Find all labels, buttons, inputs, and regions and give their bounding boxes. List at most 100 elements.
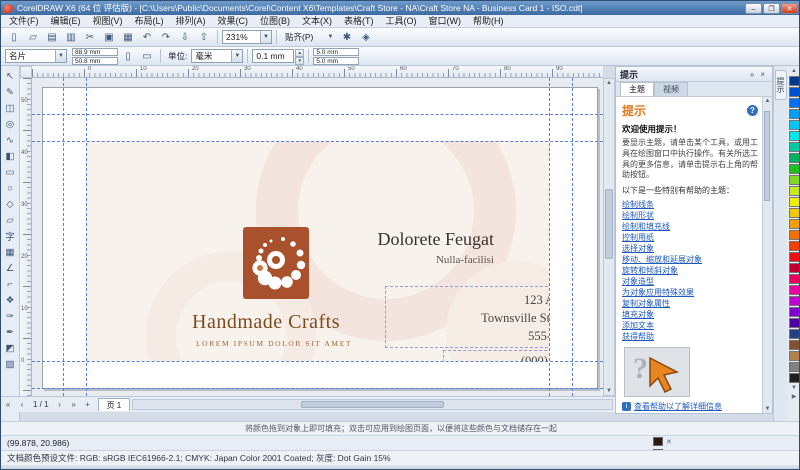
menu-item[interactable]: 编辑(E) — [45, 15, 87, 27]
tool-rectangle[interactable]: ▭ — [2, 164, 19, 180]
horizontal-scroll-thumb[interactable] — [301, 401, 445, 408]
tool-smart-fill[interactable]: ◧ — [2, 148, 19, 164]
tool-table[interactable]: ▦ — [2, 244, 19, 260]
card-person-name[interactable]: Dolorete Feugat — [378, 229, 494, 250]
vertical-scroll-thumb[interactable] — [605, 189, 613, 259]
spinner-down-icon[interactable]: ▼ — [295, 57, 304, 65]
page-width-field[interactable]: 88.9 mm — [72, 48, 118, 56]
chevron-down-icon[interactable]: ▼ — [325, 31, 336, 43]
duplicate-x-field[interactable]: 5.0 mm — [313, 48, 359, 56]
import-button[interactable]: ⇩ — [176, 29, 194, 45]
palette-flyout-icon[interactable]: ▶ — [792, 393, 797, 402]
hints-scroll-thumb[interactable] — [764, 111, 770, 201]
tool-interactive-fill[interactable]: ▨ — [2, 356, 19, 372]
color-swatch[interactable] — [789, 186, 800, 196]
tool-outline-pen[interactable]: ✒ — [2, 324, 19, 340]
hint-topic-link[interactable]: 移动、缩放和延展对象 — [622, 254, 758, 265]
application-launcher-button[interactable]: ◈ — [357, 29, 375, 45]
hint-topic-link[interactable]: 选择对象 — [622, 243, 758, 254]
vertical-scrollbar[interactable]: ▲ ▼ — [603, 78, 615, 396]
color-swatch[interactable] — [789, 153, 800, 163]
landscape-button[interactable]: ▭ — [138, 48, 156, 64]
scroll-down-icon[interactable]: ▼ — [763, 406, 772, 412]
docker-close-icon[interactable]: × — [757, 70, 768, 79]
open-button[interactable]: ▱ — [24, 29, 42, 45]
docker-tab-hints[interactable]: 提示 — [775, 70, 787, 100]
tool-zoom[interactable]: ◎ — [2, 116, 19, 132]
tool-basic-shapes[interactable]: ▱ — [2, 212, 19, 228]
color-swatch[interactable] — [789, 340, 800, 350]
page-tab[interactable]: 页 1 — [98, 398, 131, 411]
menu-item[interactable]: 文件(F) — [3, 15, 45, 27]
color-swatch[interactable] — [789, 296, 800, 306]
color-swatch[interactable] — [789, 219, 800, 229]
color-swatch[interactable] — [789, 230, 800, 240]
print-button[interactable]: ▥ — [62, 29, 80, 45]
units-combo[interactable]: 毫米 ▼ — [191, 49, 243, 63]
next-page-button[interactable]: › — [53, 400, 67, 409]
redo-button[interactable]: ↷ — [157, 29, 175, 45]
color-swatch[interactable] — [789, 285, 800, 295]
color-swatch[interactable] — [789, 241, 800, 251]
tool-crop[interactable]: ◫ — [2, 100, 19, 116]
card-phone-block[interactable]: (000) 555-0000(000) 555-0000 — [443, 350, 549, 361]
add-page-button[interactable]: + — [81, 400, 95, 409]
color-swatch[interactable] — [789, 307, 800, 317]
tool-dimension[interactable]: ∠ — [2, 260, 19, 276]
color-swatch[interactable] — [789, 175, 800, 185]
hint-topic-link[interactable]: 控制用纸 — [622, 232, 758, 243]
color-swatch[interactable] — [789, 87, 800, 97]
palette-scroll-down-icon[interactable]: ▼ — [791, 384, 797, 393]
hint-topic-link[interactable]: 绘制和填充线 — [622, 221, 758, 232]
nudge-distance-field[interactable]: 0.1 mm — [252, 49, 294, 63]
spinner-up-icon[interactable]: ▲ — [295, 49, 304, 57]
undo-button[interactable]: ↶ — [138, 29, 156, 45]
tool-pick[interactable]: ↖ — [2, 68, 19, 84]
paper-preset-combo[interactable]: 名片 ▼ — [5, 49, 67, 63]
color-swatch[interactable] — [789, 131, 800, 141]
color-swatch[interactable] — [789, 373, 800, 383]
color-swatch[interactable] — [789, 329, 800, 339]
copy-button[interactable]: ▣ — [100, 29, 118, 45]
palette-scroll-up-icon[interactable]: ▲ — [791, 67, 797, 76]
menu-item[interactable]: 布局(L) — [129, 15, 170, 27]
page-height-field[interactable]: 50.8 mm — [72, 57, 118, 65]
tool-eyedropper[interactable]: ✑ — [2, 308, 19, 324]
card-logo[interactable] — [243, 227, 309, 299]
hint-topic-link[interactable]: 对象造型 — [622, 276, 758, 287]
scroll-down-icon[interactable]: ▼ — [604, 388, 614, 394]
menu-item[interactable]: 排列(A) — [170, 15, 212, 27]
color-swatch[interactable] — [789, 318, 800, 328]
hints-scrollbar[interactable]: ▲ ▼ — [762, 97, 772, 413]
scroll-up-icon[interactable]: ▲ — [763, 98, 772, 104]
menu-item[interactable]: 表格(T) — [338, 15, 380, 27]
tool-freehand[interactable]: ∿ — [2, 132, 19, 148]
paste-button[interactable]: ▦ — [119, 29, 137, 45]
tool-shape[interactable]: ✎ — [2, 84, 19, 100]
color-swatch[interactable] — [789, 109, 800, 119]
save-button[interactable]: ▤ — [43, 29, 61, 45]
tab-topics[interactable]: 主题 — [620, 82, 654, 96]
menu-item[interactable]: 文本(X) — [296, 15, 338, 27]
tool-text[interactable]: 字 — [2, 228, 19, 244]
color-swatch[interactable] — [789, 120, 800, 130]
color-swatch[interactable] — [789, 142, 800, 152]
tool-connector[interactable]: ⌐ — [2, 276, 19, 292]
color-swatch[interactable] — [789, 263, 800, 273]
horizontal-scrollbar[interactable] — [132, 399, 613, 410]
menu-item[interactable]: 窗口(W) — [423, 15, 468, 27]
color-swatch[interactable] — [789, 76, 800, 86]
chevron-down-icon[interactable]: ▼ — [231, 50, 242, 62]
maximize-button[interactable]: ❐ — [763, 3, 780, 14]
color-swatch[interactable] — [789, 164, 800, 174]
portrait-button[interactable]: ▯ — [119, 48, 137, 64]
tool-fill[interactable]: ◩ — [2, 340, 19, 356]
export-button[interactable]: ⇧ — [195, 29, 213, 45]
tool-polygon[interactable]: ◇ — [2, 196, 19, 212]
card-tagline[interactable]: LOREM IPSUM DOLOR SIT AMET — [196, 339, 352, 348]
first-page-button[interactable]: « — [1, 400, 15, 409]
hint-topic-link[interactable]: 绘制形状 — [622, 210, 758, 221]
chevron-down-icon[interactable]: ▼ — [260, 31, 271, 43]
nudge-spinner[interactable]: ▲▼ — [295, 49, 304, 63]
color-swatch[interactable] — [789, 274, 800, 284]
